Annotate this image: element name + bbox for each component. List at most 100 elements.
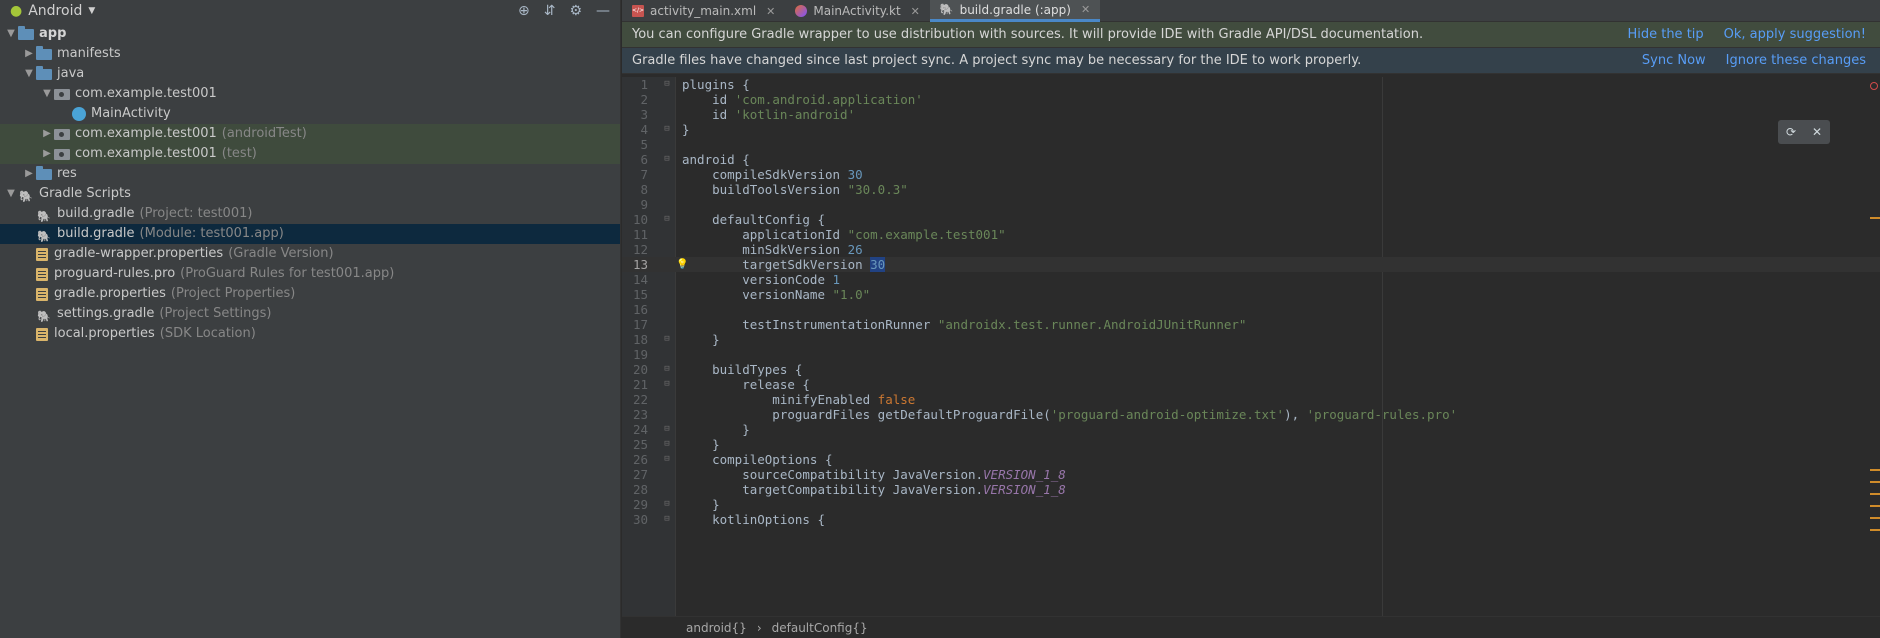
code-line[interactable]: 16 (622, 302, 1880, 317)
tree-item[interactable]: MainActivity (0, 104, 620, 124)
gradle-sync-icon[interactable]: ⟳ (1786, 125, 1796, 139)
collapse-arrow-icon[interactable]: ▶ (40, 124, 54, 144)
code-line[interactable]: 24 ⊟ } (622, 422, 1880, 437)
code-line[interactable]: 5 (622, 137, 1880, 152)
scrollbar-markers[interactable] (1870, 77, 1880, 616)
close-icon[interactable]: ✕ (1812, 125, 1822, 139)
line-number[interactable]: 30 (622, 512, 648, 527)
code-line[interactable]: 1 ⊟ plugins { (622, 77, 1880, 92)
hide-tip-link[interactable]: Hide the tip (1627, 27, 1703, 42)
fold-marker-icon[interactable]: ⊟ (662, 122, 672, 137)
code-line[interactable]: 28 targetCompatibility JavaVersion.VERSI… (622, 482, 1880, 497)
ignore-changes-link[interactable]: Ignore these changes (1726, 53, 1866, 68)
line-number[interactable]: 7 (622, 167, 648, 182)
line-number[interactable]: 29 (622, 497, 648, 512)
code-line[interactable]: 29 ⊟ } (622, 497, 1880, 512)
line-number[interactable]: 26 (622, 452, 648, 467)
line-number[interactable]: 8 (622, 182, 648, 197)
editor-tab[interactable]: </> activity_main.xml ✕ (622, 0, 785, 22)
code-line[interactable]: 12 minSdkVersion 26 (622, 242, 1880, 257)
warning-marker[interactable] (1870, 217, 1880, 219)
gear-icon[interactable]: ⚙ (569, 3, 582, 19)
collapse-arrow-icon[interactable]: ▶ (40, 144, 54, 164)
code-line[interactable]: 9 (622, 197, 1880, 212)
code-line[interactable]: 8 buildToolsVersion "30.0.3" (622, 182, 1880, 197)
editor-tab[interactable]: MainActivity.kt ✕ (785, 0, 930, 22)
fold-marker-icon[interactable]: ⊟ (662, 77, 672, 92)
code-line[interactable]: 30 ⊟ kotlinOptions { (622, 512, 1880, 527)
line-number[interactable]: 11 (622, 227, 648, 242)
breadcrumb-item[interactable]: android{} (686, 621, 747, 635)
fold-marker-icon[interactable]: ⊟ (662, 437, 672, 452)
tree-item[interactable]: ▶ com.example.test001 (test) (0, 144, 620, 164)
line-number[interactable]: 13 (622, 257, 648, 272)
tree-item[interactable]: ▶ res (0, 164, 620, 184)
code-line[interactable]: 20 ⊟ buildTypes { (622, 362, 1880, 377)
collapse-all-icon[interactable]: ⇵ (544, 3, 556, 19)
code-line[interactable]: 10 ⊟ defaultConfig { (622, 212, 1880, 227)
collapse-arrow-icon[interactable]: ▶ (22, 44, 36, 64)
warning-marker[interactable] (1870, 469, 1880, 471)
tree-item[interactable]: ▶ manifests (0, 44, 620, 64)
fold-marker-icon[interactable]: ⊟ (662, 212, 672, 227)
tree-item[interactable]: ▼ com.example.test001 (0, 84, 620, 104)
expand-arrow-icon[interactable]: ▼ (40, 84, 54, 104)
line-number[interactable]: 24 (622, 422, 648, 437)
fold-marker-icon[interactable]: ⊟ (662, 422, 672, 437)
locate-icon[interactable]: ⊕ (518, 3, 530, 19)
close-tab-icon[interactable]: ✕ (766, 5, 775, 18)
line-number[interactable]: 22 (622, 392, 648, 407)
code-line[interactable]: 3 id 'kotlin-android' (622, 107, 1880, 122)
tree-item[interactable]: local.properties (SDK Location) (0, 324, 620, 344)
tree-item[interactable]: 🐘 settings.gradle (Project Settings) (0, 304, 620, 324)
line-number[interactable]: 27 (622, 467, 648, 482)
warning-marker[interactable] (1870, 481, 1880, 483)
line-number[interactable]: 6 (622, 152, 648, 167)
code-line[interactable]: 19 (622, 347, 1880, 362)
code-line[interactable]: 18 ⊟ } (622, 332, 1880, 347)
tree-item[interactable]: ▼ app (0, 24, 620, 44)
line-number[interactable]: 15 (622, 287, 648, 302)
code-line[interactable]: 26 ⊟ compileOptions { (622, 452, 1880, 467)
fold-marker-icon[interactable]: ⊟ (662, 512, 672, 527)
code-line[interactable]: 7 compileSdkVersion 30 (622, 167, 1880, 182)
line-number[interactable]: 4 (622, 122, 648, 137)
tree-item[interactable]: ▼ 🐘 Gradle Scripts (0, 184, 620, 204)
code-line[interactable]: 25 ⊟ } (622, 437, 1880, 452)
collapse-arrow-icon[interactable]: ▶ (22, 164, 36, 184)
fold-marker-icon[interactable]: ⊟ (662, 452, 672, 467)
code-line[interactable]: 13 💡 targetSdkVersion 30 (622, 257, 1880, 272)
code-line[interactable]: 11 applicationId "com.example.test001" (622, 227, 1880, 242)
line-number[interactable]: 23 (622, 407, 648, 422)
line-number[interactable]: 10 (622, 212, 648, 227)
editor-tab[interactable]: 🐘 build.gradle (:app) ✕ (929, 0, 1101, 22)
code-line[interactable]: 15 versionName "1.0" (622, 287, 1880, 302)
tree-item[interactable]: 🐘 build.gradle (Module: test001.app) (0, 224, 620, 244)
code-line[interactable]: 21 ⊟ release { (622, 377, 1880, 392)
breadcrumb-item[interactable]: defaultConfig{} (772, 621, 868, 635)
close-tab-icon[interactable]: ✕ (911, 5, 920, 18)
fold-marker-icon[interactable]: ⊟ (662, 497, 672, 512)
warning-marker[interactable] (1870, 529, 1880, 531)
line-number[interactable]: 16 (622, 302, 648, 317)
fold-marker-icon[interactable]: ⊟ (662, 362, 672, 377)
tree-item[interactable]: ▶ com.example.test001 (androidTest) (0, 124, 620, 144)
line-number[interactable]: 9 (622, 197, 648, 212)
expand-arrow-icon[interactable]: ▼ (4, 24, 18, 44)
warning-marker[interactable] (1870, 517, 1880, 519)
sync-now-link[interactable]: Sync Now (1642, 53, 1706, 68)
line-number[interactable]: 17 (622, 317, 648, 332)
code-line[interactable]: 17 testInstrumentationRunner "androidx.t… (622, 317, 1880, 332)
line-number[interactable]: 19 (622, 347, 648, 362)
fold-marker-icon[interactable]: ⊟ (662, 152, 672, 167)
line-number[interactable]: 18 (622, 332, 648, 347)
expand-arrow-icon[interactable]: ▼ (4, 184, 18, 204)
code-line[interactable]: 23 proguardFiles getDefaultProguardFile(… (622, 407, 1880, 422)
fold-marker-icon[interactable]: ⊟ (662, 332, 672, 347)
line-number[interactable]: 5 (622, 137, 648, 152)
line-number[interactable]: 28 (622, 482, 648, 497)
tree-item[interactable]: gradle.properties (Project Properties) (0, 284, 620, 304)
code-line[interactable]: 6 ⊟ android { (622, 152, 1880, 167)
tree-item[interactable]: 🐘 build.gradle (Project: test001) (0, 204, 620, 224)
apply-suggestion-link[interactable]: Ok, apply suggestion! (1724, 27, 1866, 42)
